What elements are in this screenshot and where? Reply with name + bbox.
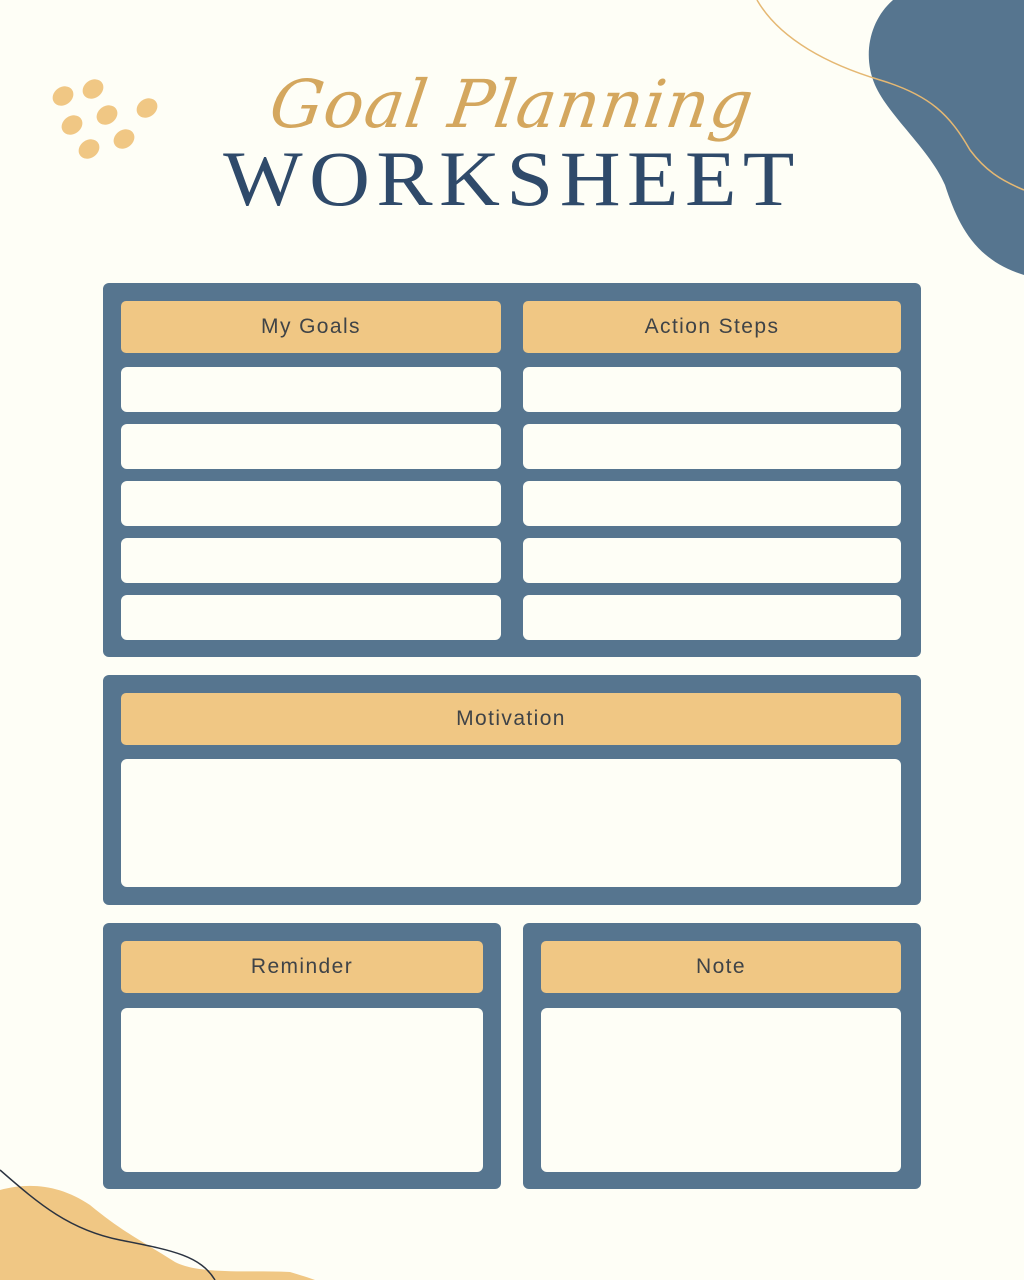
action-step-row-2[interactable] — [523, 424, 901, 469]
motivation-header: Motivation — [121, 693, 901, 745]
action-step-row-3[interactable] — [523, 481, 901, 526]
title-script: Goal Planning — [265, 66, 759, 143]
goal-row-2[interactable] — [121, 424, 501, 469]
my-goals-header: My Goals — [121, 301, 501, 353]
goal-row-1[interactable] — [121, 367, 501, 412]
note-body[interactable] — [541, 1008, 901, 1172]
page-title: WORKSHEET — [223, 135, 801, 222]
note-header: Note — [541, 941, 901, 993]
reminder-body[interactable] — [121, 1008, 483, 1172]
reminder-header: Reminder — [121, 941, 483, 993]
action-step-row-1[interactable] — [523, 367, 901, 412]
goal-row-3[interactable] — [121, 481, 501, 526]
action-steps-header: Action Steps — [523, 301, 901, 353]
goal-row-4[interactable] — [121, 538, 501, 583]
action-step-row-5[interactable] — [523, 595, 901, 640]
motivation-body[interactable] — [121, 759, 901, 887]
action-step-row-4[interactable] — [523, 538, 901, 583]
gold-blob-icon — [0, 1185, 315, 1280]
goal-row-5[interactable] — [121, 595, 501, 640]
